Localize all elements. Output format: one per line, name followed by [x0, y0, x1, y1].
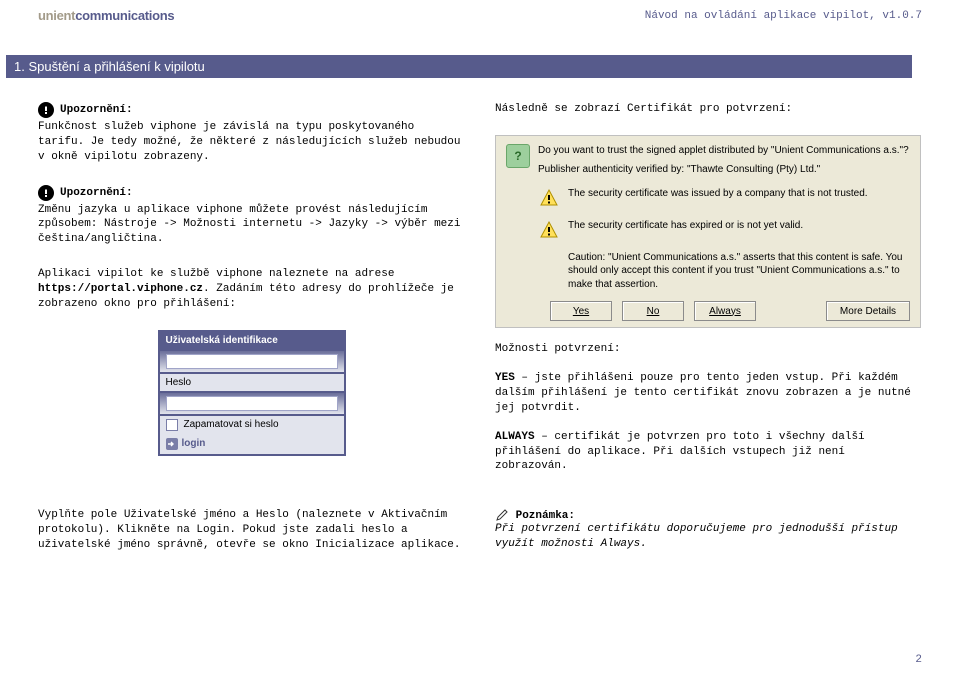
remember-checkbox[interactable]: [166, 419, 178, 431]
cert-intro: Následně se zobrazí Certifikát pro potvr…: [495, 102, 922, 117]
note-block: Poznámka: Při potvrzení certifikátu dopo…: [495, 508, 922, 552]
warning-icon: [38, 185, 54, 201]
svg-text:?: ?: [514, 149, 521, 163]
warning-text: Funkčnost služeb viphone je závislá na t…: [38, 120, 465, 165]
always-button[interactable]: Always: [694, 301, 756, 321]
more-details-button[interactable]: More Details: [826, 301, 910, 321]
address-pre: Aplikaci vipilot ke službě viphone nalez…: [38, 268, 394, 280]
login-password-label: Heslo: [160, 374, 344, 391]
no-button[interactable]: No: [622, 301, 684, 321]
question-icon: ?: [506, 144, 530, 168]
logo-text-1: unient: [38, 8, 75, 23]
login-button[interactable]: login: [160, 434, 344, 454]
yes-button[interactable]: Yes: [550, 301, 612, 321]
cert-line-3: The security certificate was issued by a…: [568, 187, 910, 201]
option-always-text: – certifikát je potvrzen pro toto i všec…: [495, 431, 865, 473]
remember-label: Zapamatovat si heslo: [184, 419, 279, 430]
cert-line-1: Do you want to trust the signed applet d…: [538, 144, 910, 158]
login-username-row: [160, 351, 344, 372]
warning-title: Upozornění:: [60, 104, 133, 116]
warning-icon: [38, 102, 54, 118]
cert-line-4: The security certificate has expired or …: [568, 219, 910, 233]
remember-row[interactable]: Zapamatovat si heslo: [160, 416, 344, 434]
option-yes-text: – jste přihlášeni pouze pro tento jeden …: [495, 372, 911, 414]
password-input[interactable]: [166, 396, 338, 411]
username-input[interactable]: [166, 354, 338, 369]
bottom-instruction: Vyplňte pole Uživatelské jméno a Heslo (…: [38, 508, 465, 553]
pencil-icon: [495, 508, 509, 522]
options-title: Možnosti potvrzení:: [495, 342, 922, 357]
login-panel: Uživatelská identifikace Heslo Zapamatov…: [158, 330, 346, 456]
section-heading: 1. Spuštění a přihlášení k vipilotu: [6, 55, 912, 78]
warning-text: Změnu jazyka u aplikace viphone můžete p…: [38, 203, 465, 248]
logo: unientcommunications: [38, 8, 174, 23]
alert-triangle-icon: [538, 219, 560, 241]
option-yes-label: YES: [495, 372, 515, 384]
login-password-row: [160, 393, 344, 414]
note-text: Při potvrzení certifikátu doporučujeme p…: [495, 522, 922, 552]
page-number: 2: [915, 654, 922, 666]
cert-line-2: Publisher authenticity verified by: "Tha…: [538, 163, 910, 177]
certificate-dialog: ? Do you want to trust the signed applet…: [495, 135, 921, 329]
header-doc-title: Návod na ovládání aplikace vipilot, v1.0…: [645, 10, 922, 22]
cert-line-5: Caution: "Unient Communications a.s." as…: [568, 251, 910, 292]
alert-triangle-icon: [538, 187, 560, 209]
logo-text-2: communications: [75, 8, 174, 23]
option-always: ALWAYS – certifikát je potvrzen pro toto…: [495, 430, 922, 475]
address-url: https://portal.viphone.cz: [38, 283, 203, 295]
note-title: Poznámka:: [509, 510, 575, 522]
arrow-right-icon: [166, 438, 178, 450]
login-label: login: [182, 438, 206, 449]
address-paragraph: Aplikaci vipilot ke službě viphone nalez…: [38, 267, 465, 312]
option-yes: YES – jste přihlášeni pouze pro tento je…: [495, 371, 922, 416]
option-always-label: ALWAYS: [495, 431, 535, 443]
login-title: Uživatelská identifikace: [160, 332, 344, 349]
warning-title: Upozornění:: [60, 187, 133, 199]
